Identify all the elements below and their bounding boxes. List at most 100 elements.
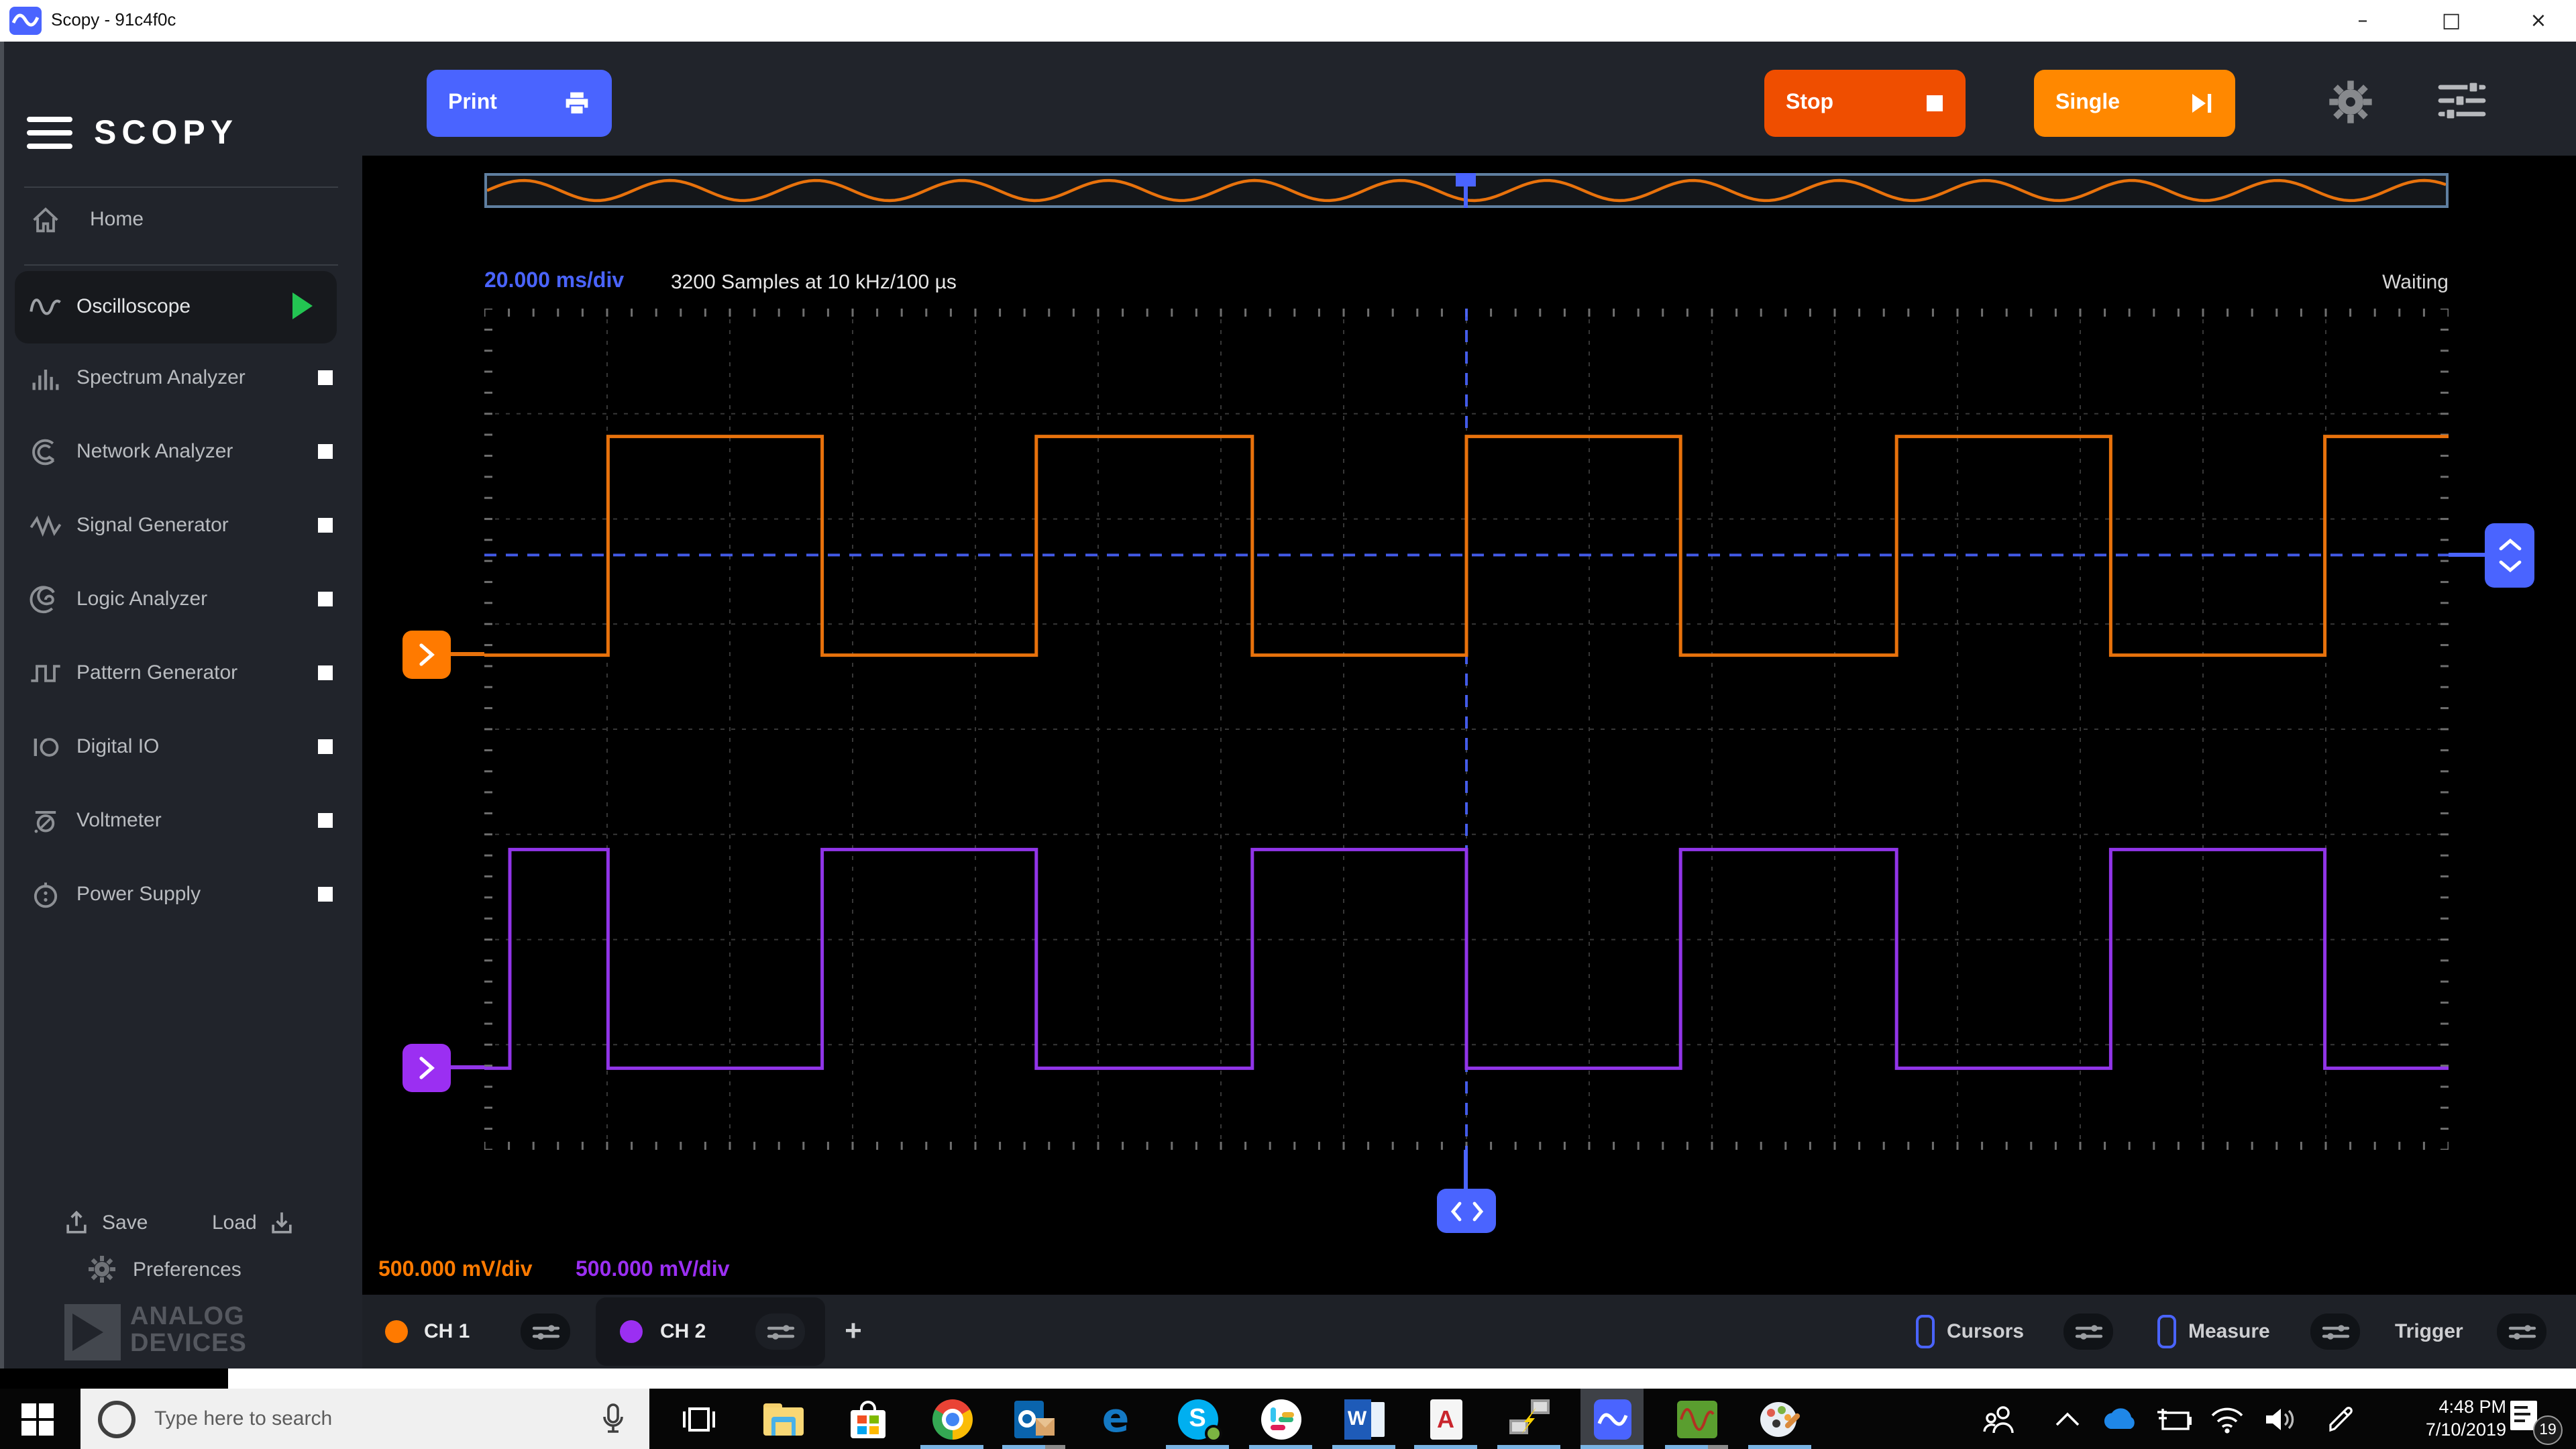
ch2-settings-button[interactable] [755,1313,805,1350]
close-button[interactable]: × [2501,0,2576,42]
measure-settings-button[interactable] [2310,1313,2360,1350]
single-button[interactable]: Single [2034,70,2235,137]
scope-plot[interactable] [484,309,2449,1150]
taskbar-search-box[interactable]: Type here to search [80,1389,649,1449]
sidebar-item-voltmeter[interactable]: Voltmeter [0,785,362,857]
sidebar-item-logic-analyzer[interactable]: Logic Analyzer [0,564,362,636]
maximize-button[interactable]: □ [2414,0,2489,42]
cursors-settings-button[interactable] [2063,1313,2113,1350]
putty-button[interactable] [1497,1389,1560,1449]
single-skip-icon [2190,93,2214,114]
microphone-icon[interactable] [601,1401,625,1436]
start-button[interactable] [5,1389,68,1449]
sidebar-item-network-analyzer[interactable]: Network Analyzer [0,416,362,488]
sidebar-item-digital-io[interactable]: Digital IO [0,711,362,784]
trigger-level-handle[interactable] [2485,523,2534,588]
people-icon[interactable] [1979,1399,2019,1440]
edge-button[interactable]: e [1084,1389,1147,1449]
sidebar-item-pattern-generator[interactable]: Pattern Generator [0,637,362,710]
measure-label: Measure [2188,1320,2270,1343]
measure-checkbox[interactable] [2157,1315,2176,1348]
onedrive-icon[interactable] [2100,1399,2140,1440]
stopped-indicator-icon [318,592,333,606]
analog-devices-wordmark: ANALOG DEVICES [130,1304,247,1358]
notification-count-badge: 19 [2533,1415,2563,1445]
save-button[interactable]: Save [62,1208,148,1237]
minimize-button[interactable]: – [2325,0,2400,42]
slack-button[interactable] [1249,1389,1312,1449]
print-button[interactable]: Print [427,70,612,137]
ch2-label[interactable]: CH 2 [660,1320,706,1343]
wifi-icon[interactable] [2207,1399,2247,1440]
scopy-taskbar-button[interactable] [1580,1389,1644,1449]
waveforms-button[interactable] [1665,1389,1728,1449]
preview-trigger-marker-handle[interactable] [1456,173,1476,186]
edge-icon: e [1102,1395,1130,1442]
stopped-indicator-icon [318,518,333,533]
skype-button[interactable]: S [1166,1389,1229,1449]
cortana-icon [98,1400,136,1438]
tray-chevron-up-icon[interactable] [2047,1399,2088,1440]
running-underline [1414,1444,1477,1449]
chrome-button[interactable] [920,1389,983,1449]
cursors-checkbox[interactable] [1916,1315,1935,1348]
ch2-color-dot[interactable] [620,1320,643,1343]
running-underline [920,1444,983,1449]
pen-icon[interactable] [2321,1399,2361,1440]
power-supply-icon [28,877,63,912]
pattern-generator-icon [28,656,63,691]
spectrum-analyzer-icon [28,361,63,396]
sliders-icon [2074,1321,2103,1342]
sidebar-item-power-supply[interactable]: Power Supply [0,859,362,931]
running-underline [1332,1444,1395,1449]
file-explorer-button[interactable] [751,1389,814,1449]
sidebar-item-spectrum-analyzer[interactable]: Spectrum Analyzer [0,342,362,415]
sidebar-item-label: Home [90,208,144,231]
battery-icon[interactable] [2153,1399,2194,1440]
word-button[interactable]: W [1332,1389,1395,1449]
running-underline [1580,1444,1644,1449]
home-icon [28,203,63,237]
samples-info-label: 3200 Samples at 10 kHz/100 µs [671,271,957,294]
taskbar-clock[interactable]: 4:48 PM 7/10/2019 [2372,1395,2506,1441]
stopped-indicator-icon [318,370,333,385]
sidebar-item-oscilloscope[interactable]: Oscilloscope [15,271,337,343]
sliders-icon [2507,1321,2536,1342]
chevron-left-icon [1448,1199,1463,1223]
microsoft-store-button[interactable] [836,1389,899,1449]
paint-button[interactable] [1748,1389,1811,1449]
ch1-color-dot[interactable] [385,1320,408,1343]
sidebar-item-signal-generator[interactable]: Signal Generator [0,490,362,562]
running-underline [1497,1444,1560,1449]
menu-icon[interactable] [27,117,72,154]
sidebar-item-home[interactable]: Home [0,184,362,256]
ch2-offset-handle[interactable] [402,1044,451,1092]
windows-logo-icon [21,1403,53,1435]
stop-button[interactable]: Stop [1764,70,1966,137]
load-button[interactable]: Load [212,1208,297,1237]
volume-icon[interactable] [2261,1399,2301,1440]
acquisition-status-label: Waiting [2106,271,2449,294]
task-view-button[interactable] [667,1389,730,1449]
action-center-button[interactable]: 19 [2506,1397,2563,1442]
ch1-offset-handle[interactable] [402,631,451,679]
trigger-settings-button[interactable] [2497,1313,2546,1350]
sidebar-item-label: Power Supply [76,883,201,906]
trigger-position-handle[interactable] [1437,1189,1496,1233]
ch1-label[interactable]: CH 1 [424,1320,470,1343]
timebase-label: 20.000 ms/div [484,270,624,294]
print-label: Print [448,91,497,115]
preferences-button[interactable]: Preferences [86,1253,241,1285]
acrobat-button[interactable]: A [1414,1389,1477,1449]
running-underline [1002,1444,1065,1449]
add-channel-button[interactable]: + [835,1313,872,1351]
general-settings-sliders-icon[interactable] [2435,76,2489,130]
ch1-settings-button[interactable] [521,1313,570,1350]
putty-icon [1509,1399,1549,1439]
stopped-indicator-icon [318,444,333,459]
load-download-icon [268,1208,297,1237]
running-underline [1249,1444,1312,1449]
outlook-button[interactable] [1002,1389,1065,1449]
waveforms-icon [1676,1400,1717,1438]
settings-gear-icon[interactable] [2325,76,2379,130]
